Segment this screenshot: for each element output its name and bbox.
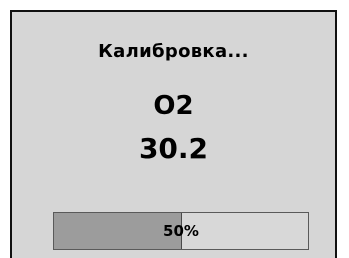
sensor-value: 30.2 <box>138 132 209 165</box>
calibration-screen: Калибровка... O2 30.2 50% <box>10 10 337 258</box>
progress-label: 50% <box>163 222 199 240</box>
calibration-progress-bar: 50% <box>53 212 309 250</box>
sensor-label: O2 <box>153 91 194 121</box>
calibration-title: Калибровка... <box>98 41 249 62</box>
